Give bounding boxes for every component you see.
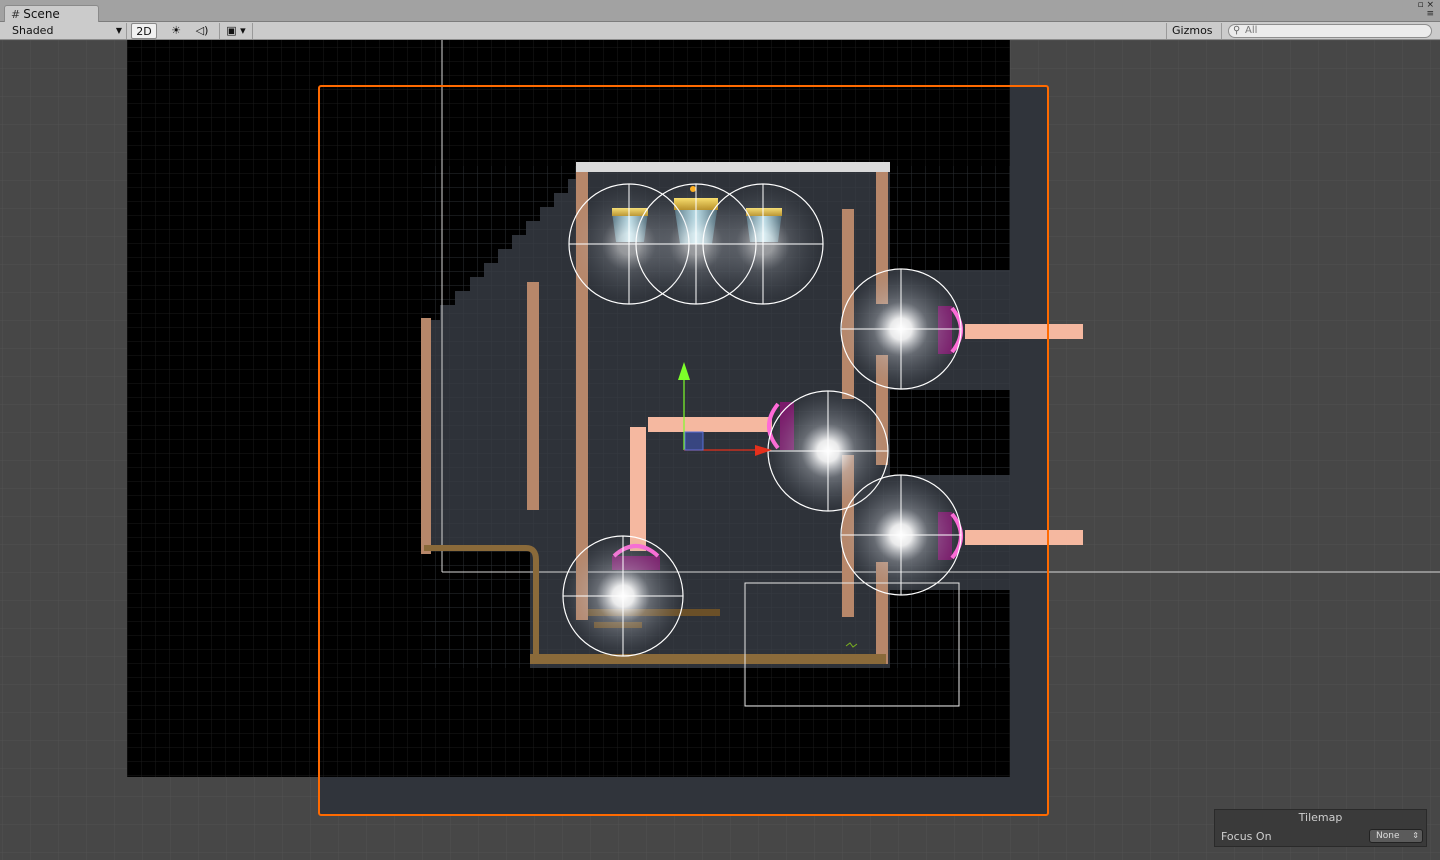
menu-icon[interactable]: ≡ xyxy=(1414,10,1434,19)
scene-canvas[interactable] xyxy=(0,40,1440,860)
pillar-left xyxy=(527,282,539,510)
search-placeholder: All xyxy=(1245,25,1258,36)
scene-tab-label: Scene xyxy=(23,7,60,21)
effects-icon[interactable]: ▣ ▾ xyxy=(219,23,253,39)
grid-icon: # xyxy=(11,8,21,21)
point-light[interactable] xyxy=(562,535,684,657)
select-arrows-icon: ⇕ xyxy=(1412,831,1419,840)
shading-mode-label: Shaded xyxy=(12,24,54,37)
wall-left xyxy=(421,318,431,554)
scene-toolbar: Shaded ▼ 2D ☀ ◁) ▣ ▾ Gizmos ▼ ⚲ All xyxy=(0,22,1440,51)
laser-horizontal xyxy=(648,417,772,432)
tilemap-panel-title: Tilemap xyxy=(1298,811,1343,824)
window-controls[interactable]: ▫ × ≡ xyxy=(1414,1,1434,21)
focus-on-label: Focus On xyxy=(1221,830,1272,843)
search-input[interactable]: ⚲ All xyxy=(1228,24,1432,38)
focus-on-value: None xyxy=(1376,831,1400,841)
point-light[interactable] xyxy=(702,183,824,305)
shading-mode-dropdown[interactable]: Shaded ▼ xyxy=(4,23,127,39)
scene-tab[interactable]: # Scene xyxy=(4,5,99,23)
window-tab-bar: # Scene ▫ × ≡ xyxy=(0,0,1440,23)
gizmos-label: Gizmos xyxy=(1172,24,1213,37)
dropdown-arrow-icon: ▼ xyxy=(115,26,122,35)
point-light[interactable] xyxy=(840,474,962,596)
scene-viewport[interactable]: Tilemap Focus On None ⇕ xyxy=(0,40,1440,860)
focus-on-select[interactable]: None ⇕ xyxy=(1369,829,1423,843)
laser-upper-right xyxy=(965,324,1083,339)
wall-top xyxy=(576,162,890,172)
search-icon: ⚲ xyxy=(1233,25,1241,36)
gizmos-dropdown[interactable]: Gizmos ▼ xyxy=(1166,23,1222,51)
tilemap-overlay-panel: Tilemap Focus On None ⇕ xyxy=(1214,809,1427,847)
laser-vertical xyxy=(630,427,646,551)
point-light[interactable] xyxy=(840,268,962,390)
lighting-icon[interactable]: ☀ xyxy=(165,23,187,39)
mode-2d-button[interactable]: 2D xyxy=(131,23,157,39)
laser-lower-right xyxy=(965,530,1083,545)
audio-icon[interactable]: ◁) xyxy=(190,23,214,39)
wall-bottom xyxy=(530,654,886,664)
gizmo-plane-handle[interactable] xyxy=(684,431,704,451)
